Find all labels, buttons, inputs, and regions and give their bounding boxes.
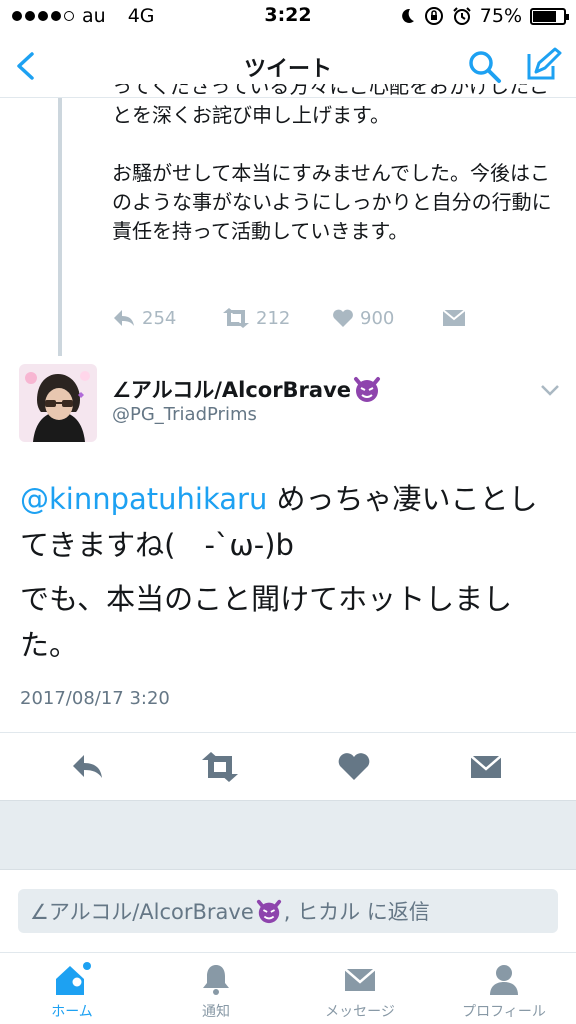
previous-tweet-text: ってくださっている方々にご心配をおかけしたことを深くお詫び申し上げます。 お騒が… — [112, 84, 552, 294]
reply-input[interactable]: ∠アルコル/AlcorBrave , ヒカル に返信 — [18, 889, 558, 933]
reply-target-name: ∠アルコル/AlcorBrave — [30, 900, 254, 924]
tweet-timestamp: 2017/08/17 3:20 — [20, 688, 170, 709]
separator-area — [0, 800, 576, 870]
devil-emoji-icon — [256, 899, 281, 924]
tab-messages[interactable]: メッセージ — [288, 961, 432, 1021]
heart-icon — [333, 309, 353, 327]
display-name-text: ∠アルコル/AlcorBrave — [112, 378, 352, 402]
battery-percent: 75% — [479, 5, 522, 27]
person-icon — [490, 965, 518, 995]
avatar[interactable] — [19, 364, 97, 442]
reply-placeholder-suffix: , ヒカル に返信 — [283, 900, 430, 924]
heart-icon[interactable] — [337, 750, 371, 784]
alarm-icon — [453, 7, 471, 25]
search-icon[interactable] — [466, 48, 504, 86]
compose-icon[interactable] — [524, 46, 562, 84]
chevron-down-icon[interactable] — [538, 380, 562, 400]
tab-notifications[interactable]: 通知 — [144, 961, 288, 1021]
status-right: 75% — [398, 5, 569, 27]
thread-line — [58, 98, 62, 356]
retweet-count: 212 — [256, 307, 291, 329]
bell-icon — [203, 965, 229, 995]
envelope-icon — [442, 309, 466, 326]
envelope-icon — [344, 968, 376, 991]
envelope-icon[interactable] — [470, 750, 502, 784]
reply-icon[interactable] — [70, 750, 104, 784]
retweet-icon — [223, 308, 249, 328]
tab-home[interactable]: ホーム — [0, 961, 144, 1021]
moon-icon — [401, 8, 414, 23]
devil-emoji-icon — [354, 377, 381, 402]
tweet-body: @kinnpatuhikaru めっちゃ凄いことしてきますね( -`ω-)b で… — [20, 476, 560, 676]
mention-link[interactable]: @kinnpatuhikaru — [20, 482, 267, 516]
retweet-icon[interactable] — [200, 750, 240, 784]
tab-bar: ホーム 通知 メッセージ プロフィール — [0, 952, 576, 1024]
tweet-line: @kinnpatuhikaru めっちゃ凄いことしてきますね( -`ω-)b — [20, 476, 560, 568]
like-action[interactable]: 900 — [332, 308, 442, 329]
reply-action[interactable]: 254 — [112, 308, 222, 329]
tweet-text: でも、本当のこと聞けてホットしました。 — [20, 582, 513, 662]
dm-action[interactable] — [442, 308, 552, 328]
battery-icon — [530, 7, 569, 25]
tab-label: プロフィール — [462, 1004, 546, 1020]
tab-label: ホーム — [51, 1004, 93, 1020]
user-handle[interactable]: @PG_TriadPrims — [112, 404, 257, 425]
reply-count: 254 — [142, 307, 177, 329]
retweet-action[interactable]: 212 — [222, 308, 332, 329]
tab-profile[interactable]: プロフィール — [432, 961, 576, 1021]
display-name[interactable]: ∠アルコル/AlcorBrave — [112, 374, 381, 404]
reply-icon — [114, 310, 134, 326]
previous-tweet-paragraph: ってくださっている方々にご心配をおかけしたことを深くお詫び申し上げます。 — [112, 84, 549, 127]
tab-label: メッセージ — [325, 1004, 395, 1020]
tab-label: 通知 — [202, 1004, 230, 1020]
tweet-actions — [0, 732, 576, 800]
previous-tweet-paragraph: お騒がせして本当にすみませんでした。今後はこのような事がないようにしっかりと自分… — [112, 161, 552, 243]
avatar-image — [19, 364, 97, 442]
previous-tweet-actions: 254 212 900 — [112, 303, 552, 333]
like-count: 900 — [360, 307, 395, 329]
status-bar: au 4G 3:22 75% — [0, 0, 576, 34]
home-icon — [56, 962, 91, 995]
rotation-lock-icon — [424, 7, 443, 25]
